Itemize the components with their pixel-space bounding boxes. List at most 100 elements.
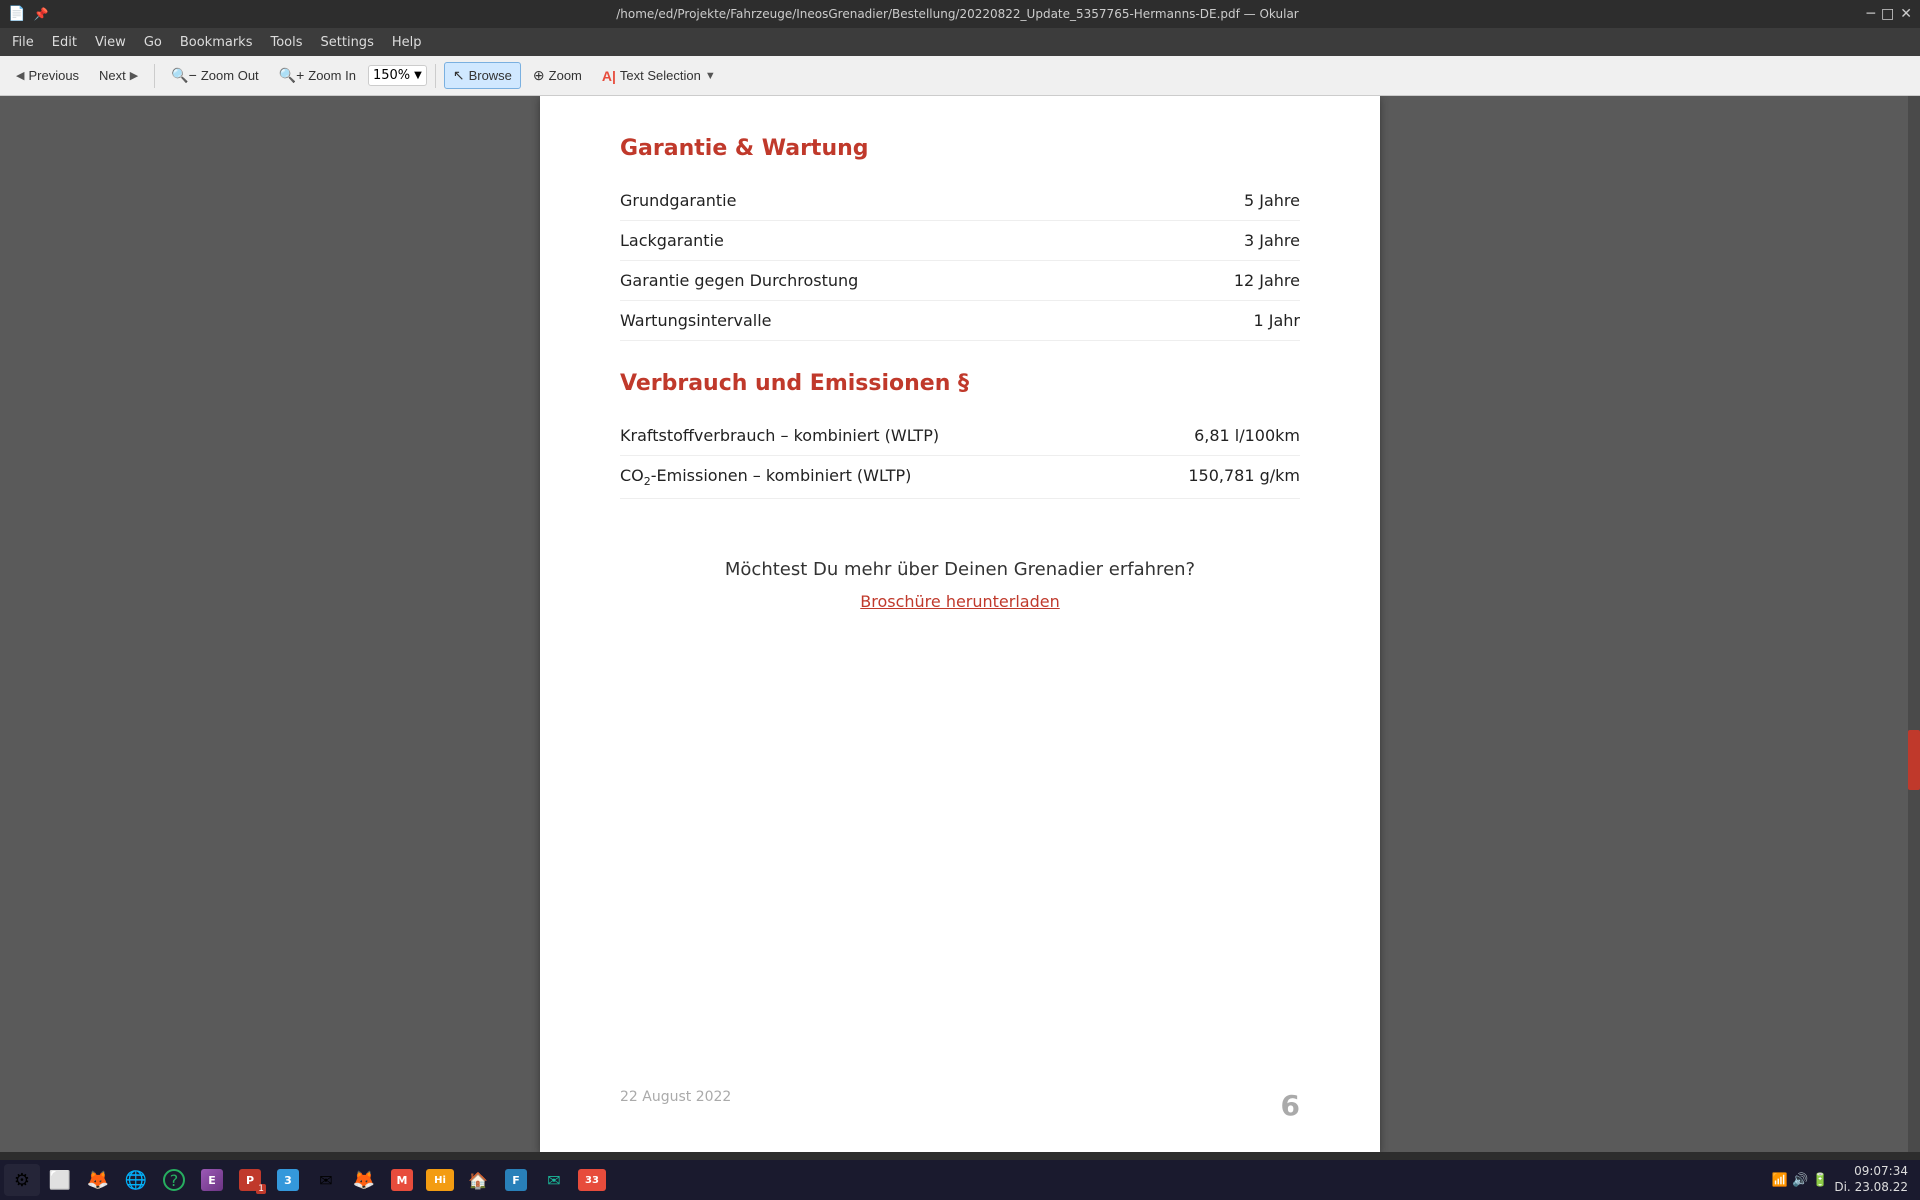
menu-view[interactable]: View <box>87 32 134 53</box>
taskbar-item-home[interactable]: 🏠 <box>460 1164 496 1196</box>
minimize-icon[interactable]: ─ <box>1867 6 1875 22</box>
table-row: Garantie gegen Durchrostung 12 Jahre <box>620 261 1300 301</box>
zoom-in-label: Zoom In <box>308 68 356 83</box>
pin-icon: 📌 <box>33 7 48 21</box>
taskbar-item-pdf-1[interactable]: P 1 <box>232 1164 268 1196</box>
browse-icon: ↖ <box>453 67 465 84</box>
taskbar-item-emacs[interactable]: E <box>194 1164 230 1196</box>
table-row: Wartungsintervalle 1 Jahr <box>620 301 1300 341</box>
text-selection-icon: A| <box>602 68 616 84</box>
taskbar-item-hi[interactable]: Hi <box>422 1164 458 1196</box>
row-label: Wartungsintervalle <box>620 311 1253 330</box>
menu-bar: File Edit View Go Bookmarks Tools Settin… <box>0 28 1920 56</box>
battery-icon: 🔋 <box>1812 1173 1828 1188</box>
clock-time: 09:07:34 <box>1834 1164 1908 1180</box>
taskbar-right: 📶 🔊 🔋 09:07:34 Di. 23.08.22 <box>1772 1164 1916 1195</box>
text-selection-label: Text Selection <box>620 68 701 83</box>
clock-date: Di. 23.08.22 <box>1834 1180 1908 1196</box>
previous-label: Previous <box>28 68 79 83</box>
zoom-out-label: Zoom Out <box>201 68 259 83</box>
taskbar-item-messenger[interactable]: ✉ <box>536 1164 572 1196</box>
text-selection-arrow: ▼ <box>705 70 716 82</box>
table-row: Grundgarantie 5 Jahre <box>620 181 1300 221</box>
title-bar-left: 📄 📌 <box>8 6 48 22</box>
menu-file[interactable]: File <box>4 32 42 53</box>
taskbar-item-gear[interactable]: ⚙ <box>4 1164 40 1196</box>
co2-subscript: 2 <box>644 475 651 488</box>
previous-button[interactable]: ◀ Previous <box>8 64 87 87</box>
cta-section: Möchtest Du mehr über Deinen Grenadier e… <box>620 559 1300 611</box>
menu-edit[interactable]: Edit <box>44 32 85 53</box>
row-value: 12 Jahre <box>1234 271 1300 290</box>
volume-icon: 🔊 <box>1792 1173 1808 1188</box>
taskbar-item-chromium[interactable]: 🌐 <box>118 1164 154 1196</box>
zoom-level-select[interactable]: 150% ▼ <box>368 65 427 86</box>
menu-bookmarks[interactable]: Bookmarks <box>172 32 261 53</box>
zoom-out-button[interactable]: 🔍− Zoom Out <box>163 63 266 88</box>
browse-label: Browse <box>469 68 512 83</box>
row-value: 3 Jahre <box>1244 231 1300 250</box>
text-selection-button[interactable]: A| Text Selection ▼ <box>594 64 724 88</box>
cta-text: Möchtest Du mehr über Deinen Grenadier e… <box>620 559 1300 580</box>
next-label: Next <box>99 68 126 83</box>
taskbar-left: ⚙ ⬜ 🦊 🌐 ? E P 1 3 ✉ <box>4 1164 610 1196</box>
row-label-co2: CO2-Emissionen – kombiniert (WLTP) <box>620 466 1188 488</box>
app-icon: 📄 <box>8 6 25 22</box>
system-clock: 09:07:34 Di. 23.08.22 <box>1834 1164 1908 1195</box>
taskbar: ⚙ ⬜ 🦊 🌐 ? E P 1 3 ✉ <box>0 1160 1920 1200</box>
taskbar-item-foren[interactable]: F <box>498 1164 534 1196</box>
title-bar-controls: ─ □ ✕ <box>1867 6 1912 22</box>
zoom-in-icon: 🔍+ <box>279 67 305 84</box>
taskbar-item-erinn[interactable]: 33 <box>574 1164 610 1196</box>
scrollbar-thumb[interactable] <box>1908 730 1920 790</box>
taskbar-item-mail[interactable]: ✉ <box>308 1164 344 1196</box>
separator-1 <box>154 64 155 88</box>
zoom-in-button[interactable]: 🔍+ Zoom In <box>271 63 364 88</box>
taskbar-item-counter-3[interactable]: 3 <box>270 1164 306 1196</box>
close-icon[interactable]: ✕ <box>1900 6 1912 22</box>
cta-link[interactable]: Broschüre herunterladen <box>620 592 1300 611</box>
table-row: CO2-Emissionen – kombiniert (WLTP) 150,7… <box>620 456 1300 499</box>
next-button[interactable]: Next ▶ <box>91 64 146 87</box>
taskbar-item-mozilla[interactable]: M <box>384 1164 420 1196</box>
system-tray: 📶 🔊 🔋 <box>1772 1173 1829 1188</box>
zoom-tool-icon: ⊕ <box>533 67 545 84</box>
taskbar-item-firefox-browser[interactable]: 🦊 <box>80 1164 116 1196</box>
menu-help[interactable]: Help <box>384 32 430 53</box>
row-label: Garantie gegen Durchrostung <box>620 271 1234 290</box>
zoom-tool-label: Zoom <box>549 68 582 83</box>
section1-title: Garantie & Wartung <box>620 136 1300 161</box>
taskbar-item-files[interactable]: ⬜ <box>42 1164 78 1196</box>
pdf-page: Garantie & Wartung Grundgarantie 5 Jahre… <box>540 96 1380 1152</box>
row-value: 150,781 g/km <box>1188 466 1300 485</box>
title-bar: 📄 📌 /home/ed/Projekte/Fahrzeuge/IneosGre… <box>0 0 1920 28</box>
next-arrow-icon: ▶ <box>130 69 138 82</box>
row-value: 5 Jahre <box>1244 191 1300 210</box>
content-area: Garantie & Wartung Grundgarantie 5 Jahre… <box>0 96 1920 1152</box>
row-label: Lackgarantie <box>620 231 1244 250</box>
scrollbar-track[interactable] <box>1908 96 1920 1152</box>
footer-date: 22 August 2022 <box>620 1089 731 1122</box>
table-row: Lackgarantie 3 Jahre <box>620 221 1300 261</box>
taskbar-item-help[interactable]: ? <box>156 1164 192 1196</box>
table-row: Kraftstoffverbrauch – kombiniert (WLTP) … <box>620 416 1300 456</box>
menu-settings[interactable]: Settings <box>313 32 382 53</box>
previous-arrow-icon: ◀ <box>16 69 24 82</box>
page-footer: 22 August 2022 6 <box>620 1089 1300 1122</box>
row-label: Grundgarantie <box>620 191 1244 210</box>
zoom-tool-button[interactable]: ⊕ Zoom <box>525 63 590 88</box>
menu-tools[interactable]: Tools <box>262 32 310 53</box>
row-value: 6,81 l/100km <box>1194 426 1300 445</box>
taskbar-item-firefox[interactable]: 🦊 <box>346 1164 382 1196</box>
zoom-out-icon: 🔍− <box>171 67 197 84</box>
separator-2 <box>435 64 436 88</box>
zoom-level-value: 150% <box>373 68 410 83</box>
toolbar: ◀ Previous Next ▶ 🔍− Zoom Out 🔍+ Zoom In… <box>0 56 1920 96</box>
zoom-dropdown-icon: ▼ <box>414 70 422 81</box>
browse-button[interactable]: ↖ Browse <box>444 62 521 89</box>
window-title: /home/ed/Projekte/Fahrzeuge/IneosGrenadi… <box>48 7 1866 21</box>
maximize-icon[interactable]: □ <box>1881 6 1894 22</box>
footer-page-number: 6 <box>1281 1089 1300 1122</box>
network-icon: 📶 <box>1772 1173 1788 1188</box>
menu-go[interactable]: Go <box>136 32 170 53</box>
